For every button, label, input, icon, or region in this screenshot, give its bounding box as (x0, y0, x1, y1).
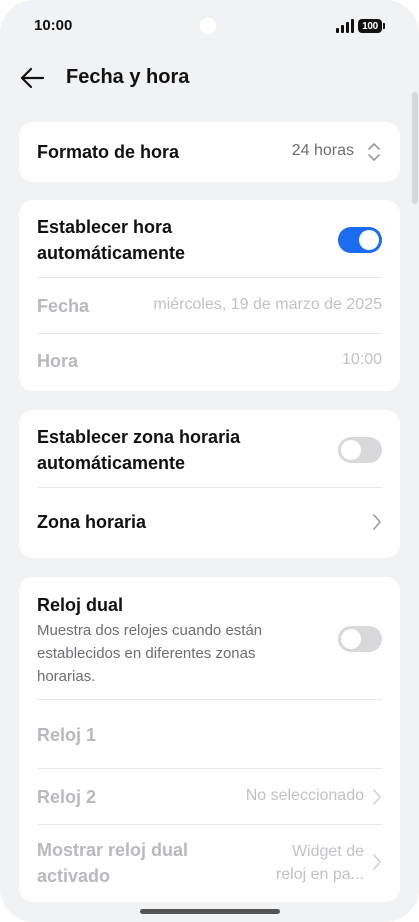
updown-chevron-icon (368, 143, 380, 161)
divider (37, 824, 382, 825)
clock2-row: Reloj 2 No seleccionado (37, 784, 382, 810)
time-row: Hora 10:00 (37, 348, 382, 374)
battery-icon: 100 (358, 19, 385, 33)
time-format-card[interactable]: Formato de hora 24 horas (19, 122, 400, 182)
scrollbar[interactable] (412, 92, 418, 204)
chevron-right-icon (373, 854, 381, 870)
divider (37, 277, 382, 278)
clock2-value: No seleccionado (245, 787, 364, 804)
show-dual-clock-value: Widget de reloj en pa... (275, 843, 364, 883)
date-value: miércoles, 19 de marzo de 2025 (153, 296, 382, 313)
back-button[interactable] (16, 62, 48, 94)
date-label: Fecha (37, 296, 90, 316)
home-indicator[interactable] (140, 909, 280, 914)
auto-time-label: Establecer hora automáticamente (37, 217, 186, 263)
time-label: Hora (37, 351, 79, 371)
auto-timezone-label-row: Establecer zona horaria automáticamente (37, 424, 297, 476)
show-dual-clock-row: Mostrar reloj dual activado Widget de re… (37, 837, 382, 889)
clock1-row: Reloj 1 (37, 722, 382, 748)
dual-clock-title: Reloj dual (37, 595, 124, 615)
timezone-label: Zona horaria (37, 512, 147, 532)
toggle-knob (359, 230, 379, 250)
auto-time-card: Establecer hora automáticamente Fecha mi… (19, 200, 400, 391)
toggle-knob (341, 440, 361, 460)
divider (37, 768, 382, 769)
clock2-label: Reloj 2 (37, 787, 97, 807)
auto-time-label-row: Establecer hora automáticamente (37, 214, 297, 266)
dual-clock-header: Reloj dual Muestra dos relojes cuando es… (37, 592, 307, 688)
front-camera (200, 18, 216, 34)
phone-screen: 10:00 100 Fecha y hora Formato de hora 2… (0, 0, 419, 922)
time-format-row[interactable]: Formato de hora 24 horas (37, 139, 382, 165)
toggle-knob (341, 629, 361, 649)
time-format-value: 24 horas (291, 142, 354, 159)
status-time: 10:00 (34, 17, 73, 34)
divider (37, 487, 382, 488)
auto-timezone-label: Establecer zona horaria automáticamente (37, 427, 241, 473)
date-row: Fecha miércoles, 19 de marzo de 2025 (37, 293, 382, 319)
dual-clock-toggle[interactable] (338, 626, 382, 652)
auto-time-toggle[interactable] (338, 227, 382, 253)
time-format-label: Formato de hora (37, 142, 180, 162)
clock1-label: Reloj 1 (37, 725, 97, 745)
chevron-right-icon (373, 789, 381, 805)
signal-icon (336, 19, 354, 33)
timezone-row[interactable]: Zona horaria (37, 509, 382, 535)
dual-clock-card: Reloj dual Muestra dos relojes cuando es… (19, 577, 400, 902)
app-header: Fecha y hora (0, 56, 419, 100)
divider (37, 699, 382, 700)
status-bar: 10:00 100 (0, 0, 419, 52)
back-arrow-icon (20, 67, 45, 89)
show-dual-clock-label: Mostrar reloj dual activado (37, 840, 189, 886)
page-title: Fecha y hora (66, 66, 190, 88)
time-value: 10:00 (341, 351, 382, 368)
auto-timezone-toggle[interactable] (338, 437, 382, 463)
timezone-card: Establecer zona horaria automáticamente … (19, 410, 400, 558)
divider (37, 333, 382, 334)
dual-clock-description: Muestra dos relojes cuando están estable… (37, 622, 263, 685)
chevron-right-icon (373, 514, 381, 530)
